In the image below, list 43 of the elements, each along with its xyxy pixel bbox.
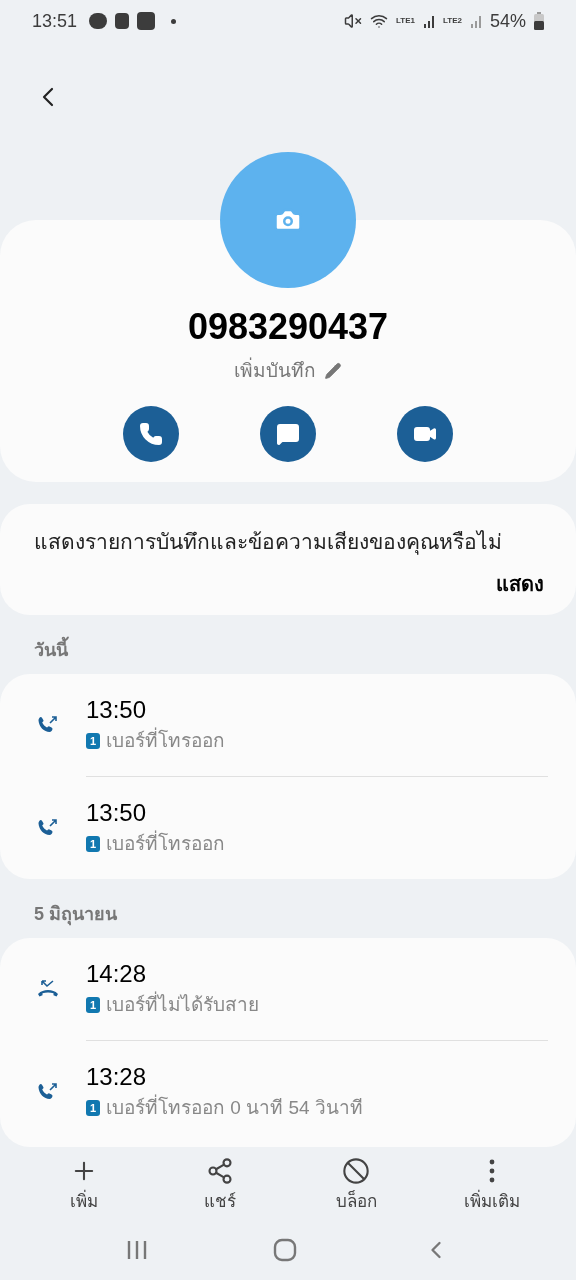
signal-icon <box>469 14 482 28</box>
home-icon[interactable] <box>273 1238 297 1262</box>
wifi-icon <box>370 12 389 30</box>
status-time: 13:51 <box>32 9 78 33</box>
more-icon <box>489 1159 495 1183</box>
battery-percent: 54% <box>489 9 526 33</box>
call-log-item[interactable]: 14:28 1 เบอร์ที่ไม่ได้รับสาย <box>0 938 576 1040</box>
sim-badge: 1 <box>86 733 100 749</box>
battery-icon <box>534 12 544 30</box>
call-icon <box>139 421 163 446</box>
network-label: LTE2 <box>443 17 462 25</box>
phone-number: 0983290437 <box>187 305 389 349</box>
show-button[interactable]: แสดง <box>496 569 544 599</box>
call-detail: เบอร์ที่ไม่ได้รับสาย <box>106 990 259 1017</box>
section-header: วันนี้ <box>0 615 576 674</box>
sim-badge: 1 <box>86 997 100 1013</box>
block-icon <box>342 1157 370 1185</box>
call-time: 13:28 <box>86 1061 148 1092</box>
more-button[interactable]: เพิ่มเติม <box>437 1157 547 1215</box>
pencil-icon <box>324 362 342 381</box>
call-log-item[interactable]: 13:28 1 เบอร์ที่โทรออก 0 นาที 54 วินาที <box>0 1041 576 1143</box>
sim-badge: 1 <box>86 1100 100 1116</box>
call-time: 14:28 <box>86 958 148 989</box>
banner-message: แสดงรายการบันทึกและข้อความเสียงของคุณหรือไม่ <box>34 528 503 557</box>
signal-icon <box>423 14 435 28</box>
block-button[interactable]: บล็อก <box>301 1157 411 1215</box>
recent-apps-icon[interactable] <box>126 1239 149 1261</box>
message-icon <box>276 421 300 446</box>
call-log-item[interactable]: 13:50 1 เบอร์ที่โทรออก <box>0 674 576 776</box>
add-note-button[interactable]: เพิ่มบันทึก <box>234 357 342 386</box>
section-header: 5 มิถุนายน <box>33 903 118 928</box>
add-button[interactable]: เพิ่ม <box>29 1157 139 1215</box>
network-label: LTE1 <box>396 17 415 25</box>
call-log-item[interactable]: 13:50 1 เบอร์ที่โทรออก <box>0 777 576 879</box>
share-icon <box>206 1157 234 1185</box>
call-time: 13:50 <box>86 694 148 725</box>
call-time: 13:50 <box>86 797 148 828</box>
share-button[interactable]: แชร์ <box>165 1157 275 1215</box>
call-detail: เบอร์ที่โทรออก 0 นาที 54 วินาที <box>106 1093 363 1120</box>
call-detail: เบอร์ที่โทรออก <box>106 726 225 753</box>
call-detail: เบอร์ที่โทรออก <box>106 829 225 856</box>
sim-badge: 1 <box>86 836 100 852</box>
mute-icon <box>344 12 363 30</box>
